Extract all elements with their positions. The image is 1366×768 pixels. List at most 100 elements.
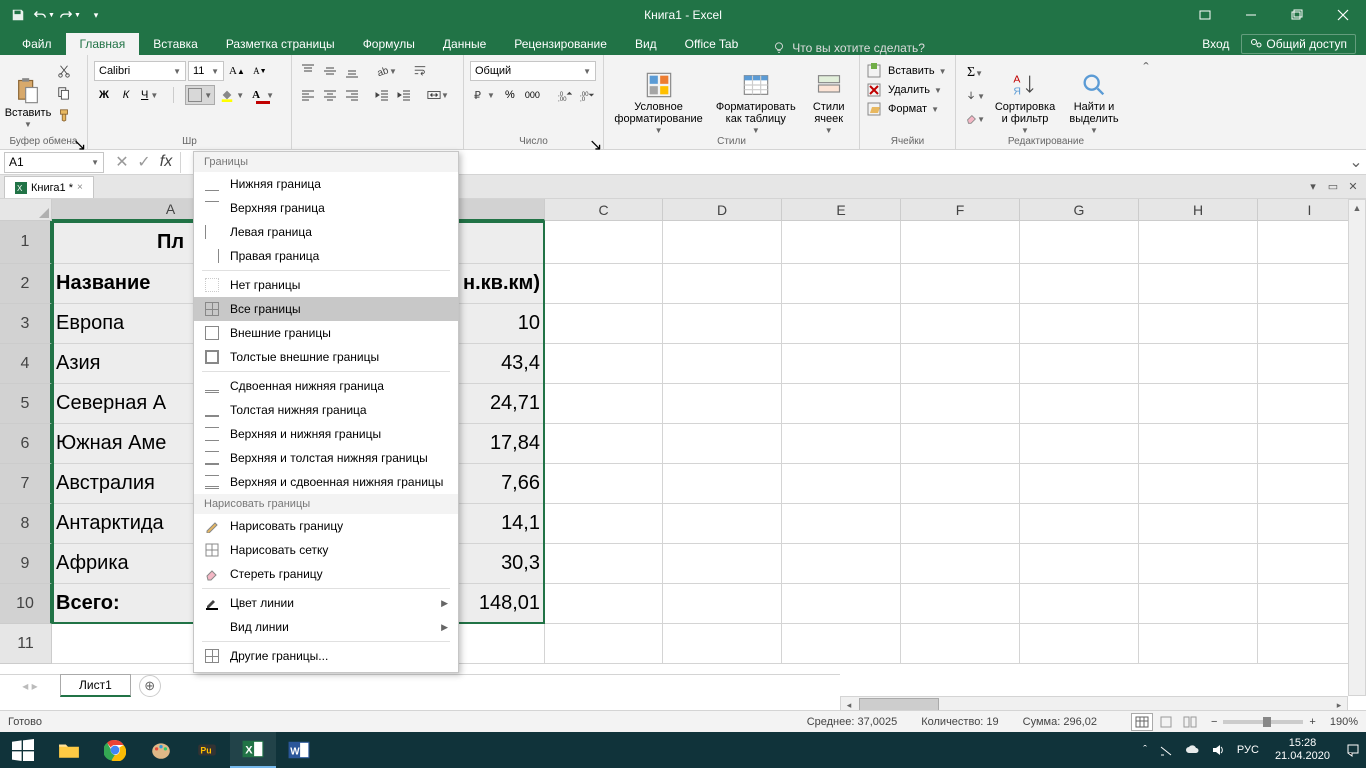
cell[interactable]: [1020, 344, 1139, 384]
cell[interactable]: [663, 344, 782, 384]
fill-color-button[interactable]: ▼: [217, 85, 247, 105]
row-header[interactable]: 9: [0, 544, 52, 584]
view-page-break-button[interactable]: [1179, 713, 1201, 731]
cell[interactable]: [782, 464, 901, 504]
cancel-formula-button[interactable]: ✕: [112, 152, 132, 172]
percent-button[interactable]: %: [500, 85, 520, 105]
cell[interactable]: [545, 384, 663, 424]
add-workbook-tab[interactable]: [98, 180, 116, 198]
increase-font-button[interactable]: A▲: [226, 61, 248, 81]
select-all-button[interactable]: [0, 199, 52, 221]
border-none-item[interactable]: Нет границы: [194, 273, 458, 297]
zoom-out-button[interactable]: −: [1211, 716, 1217, 728]
cell[interactable]: [1020, 304, 1139, 344]
decrease-font-button[interactable]: A▼: [250, 61, 270, 81]
cell[interactable]: [663, 624, 782, 664]
cell[interactable]: [545, 624, 663, 664]
cell[interactable]: [663, 304, 782, 344]
font-color-button[interactable]: A▼: [249, 85, 277, 105]
name-box[interactable]: A1▼: [4, 152, 104, 173]
border-double-bottom-item[interactable]: Сдвоенная нижняя граница: [194, 374, 458, 398]
wb-dropdown[interactable]: ▾: [1304, 177, 1322, 195]
zoom-slider[interactable]: [1223, 720, 1303, 724]
cell[interactable]: [663, 264, 782, 304]
save-button[interactable]: [6, 3, 30, 27]
cell[interactable]: [545, 424, 663, 464]
cell[interactable]: [782, 584, 901, 624]
draw-border-item[interactable]: Нарисовать границу: [194, 514, 458, 538]
share-button[interactable]: Общий доступ: [1241, 34, 1356, 54]
wb-close[interactable]: ✕: [1344, 177, 1362, 195]
collapse-ribbon-button[interactable]: ˆ: [1136, 55, 1156, 149]
align-bottom-button[interactable]: [342, 61, 362, 81]
minimize-button[interactable]: [1228, 0, 1274, 30]
cell[interactable]: [1020, 424, 1139, 464]
column-header[interactable]: G: [1020, 199, 1139, 221]
zoom-level[interactable]: 190%: [1330, 716, 1358, 728]
row-header[interactable]: 4: [0, 344, 52, 384]
paint-button[interactable]: [138, 732, 184, 768]
cell[interactable]: [782, 384, 901, 424]
view-normal-button[interactable]: [1131, 713, 1153, 731]
column-header[interactable]: I: [1258, 199, 1362, 221]
cell[interactable]: [782, 221, 901, 264]
cell[interactable]: [1020, 384, 1139, 424]
cell[interactable]: [1020, 264, 1139, 304]
number-format-combo[interactable]: Общий▼: [470, 61, 596, 81]
comma-button[interactable]: 000: [522, 85, 543, 105]
draw-grid-item[interactable]: Нарисовать сетку: [194, 538, 458, 562]
tray-clock[interactable]: 15:28 21.04.2020: [1265, 737, 1340, 763]
punto-button[interactable]: Pu: [184, 732, 230, 768]
border-outer-item[interactable]: Внешние границы: [194, 321, 458, 345]
cell[interactable]: [1020, 544, 1139, 584]
wrap-text-button[interactable]: [410, 61, 430, 81]
ribbon-display-button[interactable]: [1182, 0, 1228, 30]
border-top-double-bottom-item[interactable]: Верхняя и сдвоенная нижняя границы: [194, 470, 458, 494]
border-right-item[interactable]: Правая граница: [194, 244, 458, 268]
cell[interactable]: [901, 464, 1020, 504]
cell[interactable]: [782, 344, 901, 384]
tray-notifications[interactable]: [1340, 732, 1366, 768]
cell[interactable]: [663, 544, 782, 584]
add-sheet-button[interactable]: ⊕: [139, 675, 161, 697]
cell[interactable]: [545, 584, 663, 624]
start-button[interactable]: [0, 732, 46, 768]
file-explorer-button[interactable]: [46, 732, 92, 768]
column-header[interactable]: H: [1139, 199, 1258, 221]
orientation-button[interactable]: ab▼: [372, 61, 400, 81]
cell[interactable]: [545, 464, 663, 504]
column-header[interactable]: D: [663, 199, 782, 221]
excel-taskbar-button[interactable]: X: [230, 732, 276, 768]
column-header[interactable]: E: [782, 199, 901, 221]
cell[interactable]: [1139, 304, 1258, 344]
word-taskbar-button[interactable]: W: [276, 732, 322, 768]
column-header[interactable]: C: [545, 199, 663, 221]
vertical-scrollbar[interactable]: ▲: [1348, 199, 1366, 696]
format-cells-button[interactable]: Формат▼: [866, 101, 949, 117]
cell[interactable]: [545, 221, 663, 264]
dialog-launcher[interactable]: ↘: [589, 135, 601, 147]
border-all-item[interactable]: Все границы: [194, 297, 458, 321]
cell[interactable]: [1258, 584, 1362, 624]
tray-expand[interactable]: ˆ: [1137, 732, 1153, 768]
enter-formula-button[interactable]: ✓: [134, 152, 154, 172]
cell[interactable]: [901, 344, 1020, 384]
cell[interactable]: [1139, 584, 1258, 624]
cell[interactable]: [545, 504, 663, 544]
cell[interactable]: [663, 504, 782, 544]
border-top-thick-bottom-item[interactable]: Верхняя и толстая нижняя границы: [194, 446, 458, 470]
accounting-format-button[interactable]: ₽▼: [470, 85, 498, 105]
font-size-combo[interactable]: 11▼: [188, 61, 224, 81]
tray-onedrive-icon[interactable]: [1179, 732, 1205, 768]
cell[interactable]: [1258, 264, 1362, 304]
tray-network-icon[interactable]: [1153, 732, 1179, 768]
cell[interactable]: [901, 384, 1020, 424]
cell[interactable]: [1258, 221, 1362, 264]
redo-button[interactable]: ▼: [58, 3, 82, 27]
cell[interactable]: [663, 584, 782, 624]
row-header[interactable]: 1: [0, 221, 52, 264]
line-color-item[interactable]: Цвет линии▶: [194, 591, 458, 615]
bold-button[interactable]: Ж: [94, 85, 114, 105]
tab-view[interactable]: Вид: [621, 33, 671, 55]
cell[interactable]: [1020, 221, 1139, 264]
